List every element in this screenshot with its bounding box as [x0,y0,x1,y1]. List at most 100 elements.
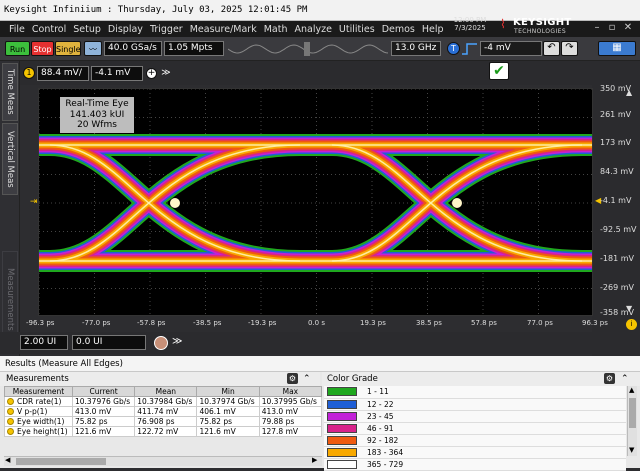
table-row[interactable]: V p-p(1) 413.0 mV 411.74 mV 406.1 mV 413… [4,406,323,417]
menu-analyze[interactable]: Analyze [294,24,331,35]
menu-file[interactable]: File [9,24,25,35]
channel-1-dot-icon [7,418,14,425]
bandwidth-field[interactable]: 13.0 GHz [391,41,441,56]
ui-expand-icon[interactable]: ≫ [172,336,186,350]
redo-icon[interactable]: ↷ [561,41,578,56]
scroll-right-icon[interactable]: ▶ [312,456,317,464]
horizontal-scrollbar[interactable]: ◀ ▶ [4,456,322,466]
table-cell: 10.37995 Gb/s [258,396,323,407]
table-row[interactable]: Eye height(1) 121.6 mV 122.72 mV 121.6 m… [4,426,323,437]
y-tick-label: -4.1 mV [600,196,632,205]
add-channel-icon[interactable]: + [146,68,157,79]
results-panel: Results (Measure All Edges) Measurements… [0,356,640,471]
single-button[interactable]: Single [55,41,81,56]
restore-icon[interactable]: ▫ [607,22,617,34]
run-button[interactable]: Run [5,41,30,56]
column-header[interactable]: Current [71,386,136,397]
table-cell: 10.37984 Gb/s [134,396,198,407]
autoscale-icon[interactable]: 〰 [84,41,102,56]
x-tick-label: -57.8 ps [137,319,166,327]
measurements-label: Measurements ⚙ ⌃ [0,372,320,386]
channel-controls: 1 88.4 mV/ -4.1 mV + ≫ ✔ [0,61,640,85]
channel-ground-marker-icon[interactable]: ⇥ [30,197,38,207]
color-grade-range: 46 - 91 [364,422,626,435]
rising-edge-icon[interactable] [461,42,479,56]
color-grade-collapse-icon[interactable]: ⌃ [621,372,629,386]
horizontal-position-slider[interactable] [228,42,388,56]
color-grade-table: 1 - 11 12 - 22 23 - 45 46 - 91 92 - 182 … [324,386,626,471]
cg-scroll-thumb[interactable] [629,398,636,428]
column-header[interactable]: Max [258,386,323,397]
scroll-left-icon[interactable]: ◀ [5,456,10,464]
menu-help[interactable]: Help [422,24,444,35]
ui-span-field[interactable]: 2.00 UI [20,335,68,350]
menu-setup[interactable]: Setup [73,24,101,35]
slider-handle[interactable] [304,42,310,56]
results-header: Results (Measure All Edges) [0,356,640,372]
color-grade-settings-icon[interactable]: ⚙ [604,373,615,384]
menu-trigger[interactable]: Trigger [150,24,183,35]
trigger-badge[interactable]: T [447,42,460,55]
eye-crossing [170,198,180,208]
column-header[interactable]: Measurement [4,386,73,397]
table-cell: 10.37976 Gb/s [71,396,136,407]
y-tick-label: -269 mV [600,283,634,292]
menu-utilities[interactable]: Utilities [339,24,375,35]
table-cell: 121.6 mV [196,426,260,437]
measurements-collapse-icon[interactable]: ⌃ [303,372,311,386]
trigger-level-field[interactable]: -4 mV [480,41,542,56]
table-cell: 122.72 mV [134,426,198,437]
y-tick-label: 84.3 mV [600,167,634,176]
table-cell: 75.82 ps [71,416,136,427]
tab-vertical-meas[interactable]: Vertical Meas [2,123,18,195]
color-grade-row: 183 - 364 [324,446,626,459]
scroll-thumb[interactable] [16,458,106,465]
measurement-label: Eye height(1) [17,427,68,436]
cg-scroll-down-icon[interactable]: ▼ [629,446,634,454]
color-grade-scrollbar[interactable]: ▲ ▼ [627,386,637,456]
column-header[interactable]: Min [196,386,260,397]
channel-offset-field[interactable]: -4.1 mV [91,66,143,81]
channel-badge[interactable]: 1 [23,67,35,79]
channel-scale-field[interactable]: 88.4 mV/ [37,66,89,81]
measurements-title: Measurements [6,374,69,384]
expand-icon[interactable]: ≫ [159,67,173,79]
column-header[interactable]: Mean [134,386,198,397]
table-cell: 79.88 ps [258,416,323,427]
ui-offset-knob-icon[interactable] [154,336,168,350]
menu-demos[interactable]: Demos [382,24,415,35]
menu-math[interactable]: Math [264,24,288,35]
sample-rate-field[interactable]: 40.0 GSa/s [104,41,162,56]
table-row[interactable]: Eye width(1) 75.82 ps 76.908 ps 75.82 ps… [4,416,323,427]
color-grade-row: 23 - 45 [324,410,626,423]
table-row[interactable]: CDR rate(1) 10.37976 Gb/s 10.37984 Gb/s … [4,396,323,407]
menu-display[interactable]: Display [108,24,143,35]
close-icon[interactable]: ✕ [623,22,633,34]
acquisition-toolbar: Run Stop Single 〰 40.0 GSa/s 1.05 Mpts 1… [0,37,640,61]
stop-button[interactable]: Stop [31,41,54,56]
y-tick-label: 261 mV [600,110,632,119]
eye-info-box: Real-Time Eye 141.403 kUI 20 Wfms [60,97,134,133]
table-cell: 413.0 mV [258,406,323,417]
color-grade-range: 92 - 182 [364,434,626,447]
brand-sub: TECHNOLOGIES [514,28,567,35]
color-swatch [327,435,357,445]
tab-time-meas[interactable]: Time Meas [2,63,18,121]
menu-measure-mark[interactable]: Measure/Mark [190,24,257,35]
ui-offset-field[interactable]: 0.0 UI [72,335,146,350]
clock-time: 12:00 PM [453,16,487,24]
x-tick-label: 38.5 ps [416,319,442,327]
menu-control[interactable]: Control [32,24,66,35]
layout-icon[interactable]: ▦ [598,41,636,56]
checkmark-icon[interactable]: ✔ [489,62,509,80]
measurements-settings-icon[interactable]: ⚙ [287,373,298,384]
undo-icon[interactable]: ↶ [543,41,560,56]
x-tick-label: -96.3 ps [26,319,55,327]
cg-scroll-up-icon[interactable]: ▲ [629,386,634,394]
memory-depth-field[interactable]: 1.05 Mpts [164,41,224,56]
clock-date: 7/3/2025 [454,24,486,32]
minimize-icon[interactable]: – [592,22,602,34]
table-cell: 127.8 mV [258,426,323,437]
info-icon[interactable]: i [626,319,637,330]
y-tick-label: -358 mV [600,308,634,317]
